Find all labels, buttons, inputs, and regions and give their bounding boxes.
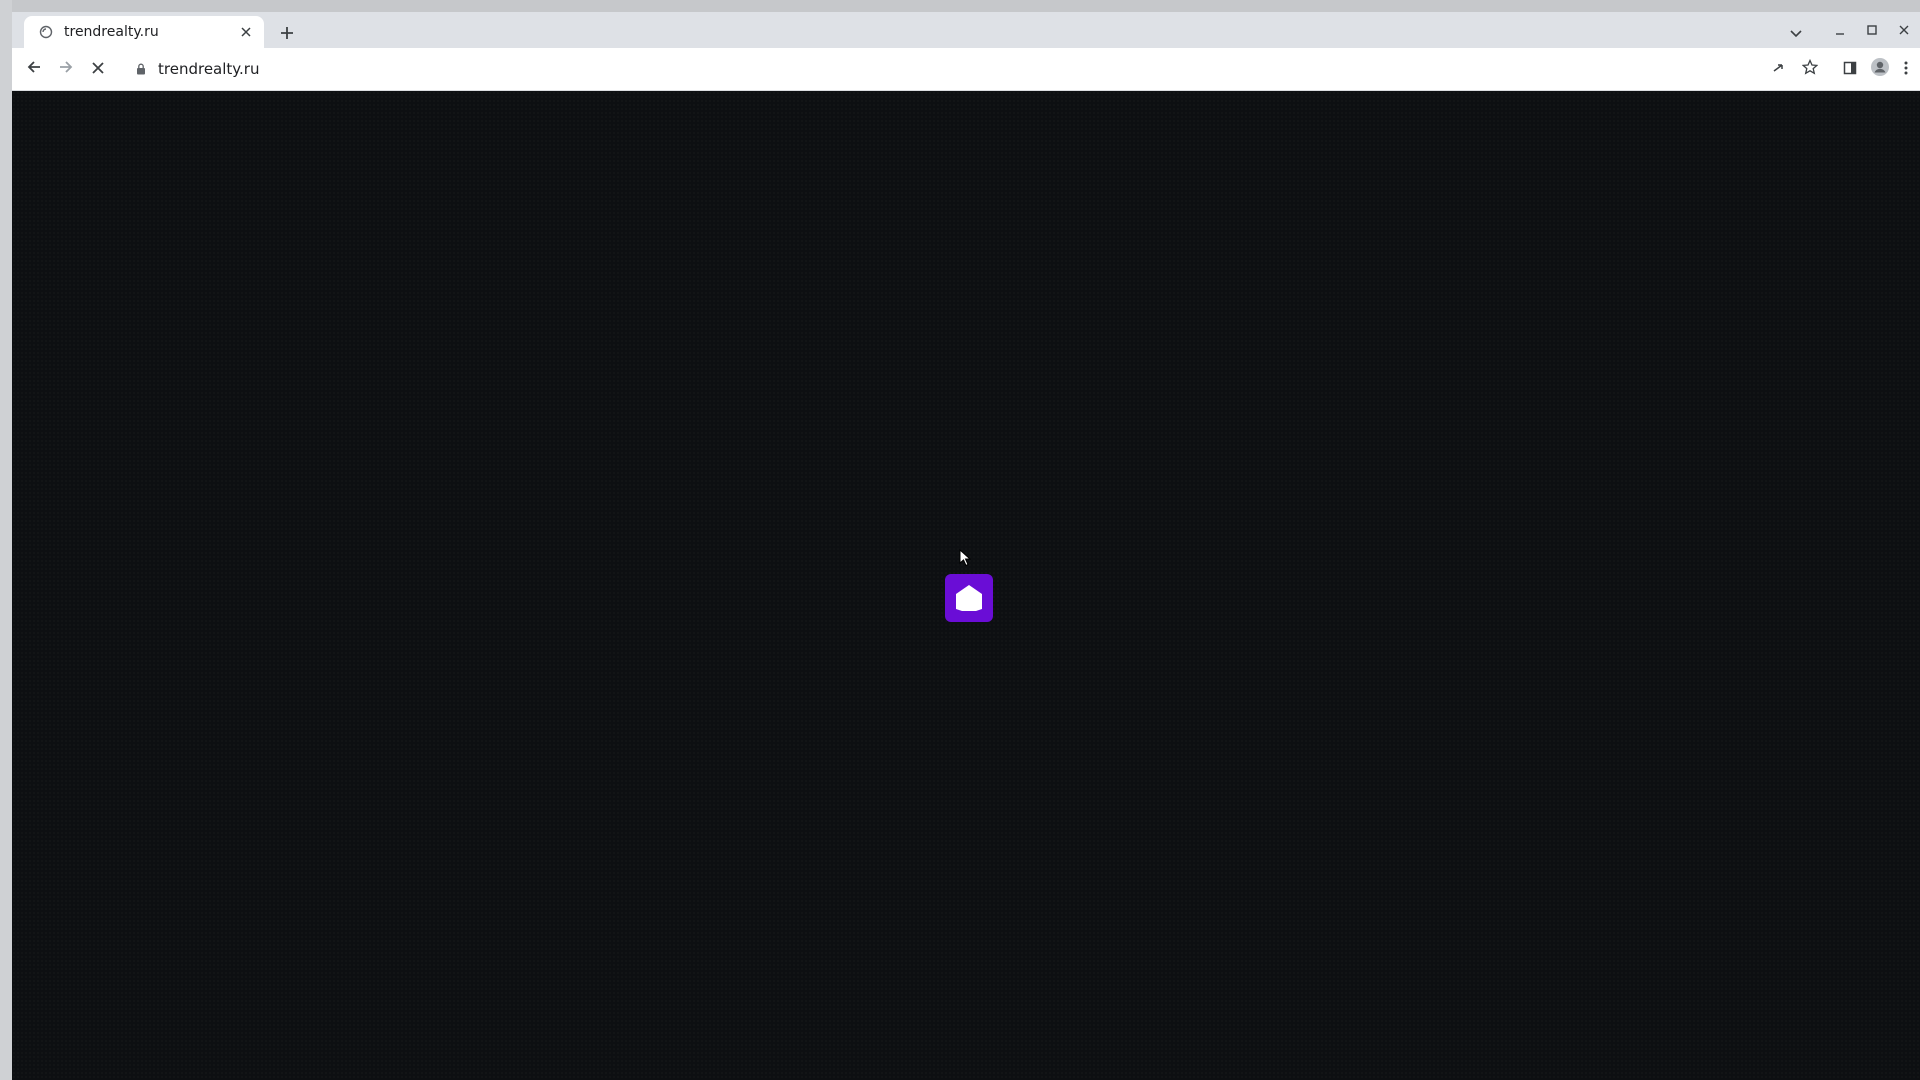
- profile-icon: [1870, 57, 1890, 81]
- star-icon: [1801, 58, 1819, 79]
- stop-button[interactable]: [84, 55, 112, 83]
- plus-icon: [280, 25, 294, 44]
- profile-button[interactable]: [1866, 55, 1894, 83]
- window-controls: [1824, 12, 1920, 48]
- maximize-button[interactable]: [1856, 14, 1888, 46]
- side-panel-icon: [1843, 60, 1857, 79]
- back-button[interactable]: [20, 55, 48, 83]
- desktop-left-edge: [0, 0, 12, 1080]
- close-window-button[interactable]: [1888, 14, 1920, 46]
- url-text: trendrealty.ru: [158, 60, 260, 78]
- new-tab-button[interactable]: [274, 21, 300, 47]
- page-viewport: [12, 91, 1920, 1080]
- house-logo-icon: [945, 574, 993, 622]
- side-panel-button[interactable]: [1836, 55, 1864, 83]
- browser-toolbar: trendrealty.ru: [12, 48, 1920, 91]
- tab-active[interactable]: trendrealty.ru: [24, 16, 264, 48]
- lock-icon[interactable]: [134, 62, 148, 76]
- minimize-button[interactable]: [1824, 14, 1856, 46]
- address-bar[interactable]: trendrealty.ru: [124, 53, 1804, 85]
- bookmark-button[interactable]: [1796, 55, 1824, 83]
- share-button[interactable]: [1764, 55, 1792, 83]
- minimize-icon: [1834, 21, 1846, 40]
- arrow-right-icon: [58, 59, 74, 79]
- close-icon[interactable]: [236, 22, 256, 42]
- arrow-left-icon: [26, 59, 42, 79]
- close-icon: [1898, 21, 1910, 40]
- menu-button[interactable]: [1892, 55, 1920, 83]
- forward-button[interactable]: [52, 55, 80, 83]
- menu-kebab-icon: [1904, 60, 1908, 79]
- maximize-icon: [1866, 21, 1878, 40]
- chevron-down-icon: [1790, 23, 1802, 42]
- desktop-top-strip: [0, 0, 1920, 12]
- mouse-cursor-icon: [959, 548, 972, 571]
- tab-title: trendrealty.ru: [64, 24, 159, 40]
- browser-window: trendrealty.ru trendrealty.ru: [12, 12, 1920, 1080]
- tab-search-button[interactable]: [1782, 18, 1810, 46]
- share-icon: [1771, 60, 1785, 79]
- stop-x-icon: [91, 60, 105, 79]
- tab-strip: trendrealty.ru: [12, 12, 1920, 48]
- loading-globe-icon: [38, 24, 54, 40]
